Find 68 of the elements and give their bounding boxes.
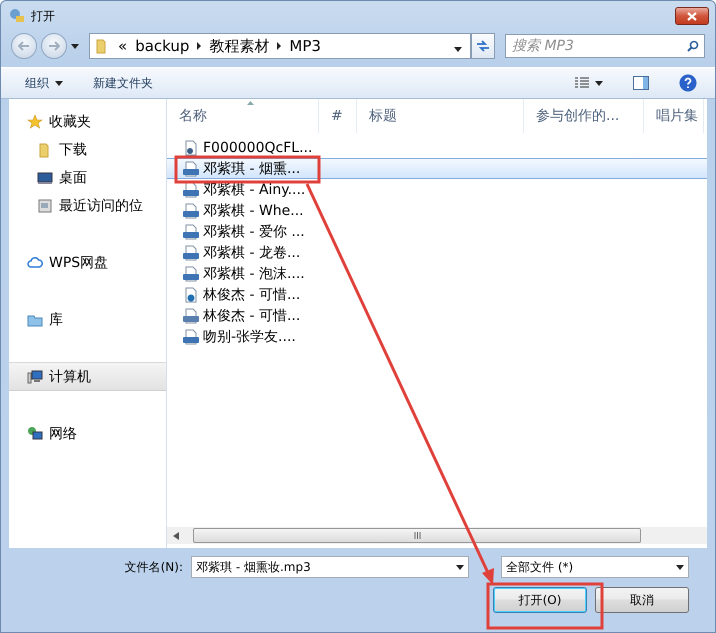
file-row[interactable]: 林俊杰 - 可惜... bbox=[167, 305, 707, 326]
breadcrumb-overflow[interactable]: « bbox=[118, 37, 128, 55]
grip-icon bbox=[414, 532, 420, 539]
file-icon bbox=[183, 140, 199, 156]
breadcrumb-item[interactable]: backup bbox=[135, 37, 190, 55]
app-icon bbox=[9, 8, 25, 24]
column-header[interactable]: 唱片集 bbox=[644, 99, 704, 133]
chevron-icon bbox=[277, 42, 282, 50]
file-row[interactable]: 邓紫琪 - 烟熏... bbox=[167, 158, 707, 179]
caret-icon bbox=[55, 80, 63, 86]
file-row[interactable]: 邓紫棋 - Ainy.... bbox=[167, 179, 707, 200]
breadcrumb-item[interactable]: 教程素材 bbox=[209, 36, 270, 56]
organize-menu[interactable]: 组织 bbox=[21, 72, 67, 94]
sidebar-item[interactable]: 计算机 bbox=[9, 362, 166, 391]
desktop-icon bbox=[37, 170, 53, 186]
scroll-left-icon bbox=[173, 532, 179, 540]
chevron-icon bbox=[197, 42, 202, 50]
sort-arrow-icon bbox=[247, 101, 254, 105]
sidebar-item[interactable]: 最近访问的位 bbox=[9, 192, 166, 220]
file-row[interactable]: 邓紫棋 - 泡沫.... bbox=[167, 263, 707, 284]
window-title: 打开 bbox=[31, 8, 56, 24]
filetype-dropdown[interactable]: 全部文件 (*) bbox=[501, 556, 689, 578]
filename-field[interactable]: 邓紫琪 - 烟熏妆.mp3 bbox=[191, 556, 469, 578]
sidebar-item[interactable]: 收藏夹 bbox=[9, 107, 166, 136]
close-icon bbox=[687, 12, 697, 20]
filename-label: 文件名(N): bbox=[124, 558, 183, 576]
cloud-icon bbox=[27, 254, 43, 270]
preview-pane-icon bbox=[633, 76, 649, 90]
breadcrumb-item[interactable]: MP3 bbox=[289, 37, 321, 55]
recent-places-icon bbox=[37, 198, 53, 214]
column-header[interactable]: 标题 bbox=[357, 99, 524, 133]
search-field[interactable]: 搜索 MP3 bbox=[505, 34, 705, 58]
address-bar[interactable]: « backup 教程素材 MP3 bbox=[89, 33, 471, 59]
file-row[interactable]: 邓紫棋 - 龙卷... bbox=[167, 242, 707, 263]
caret-icon bbox=[456, 564, 464, 570]
file-row[interactable]: 林俊杰 - 可惜... bbox=[167, 284, 707, 305]
history-caret-icon bbox=[71, 44, 79, 48]
sidebar-item[interactable]: WPS网盘 bbox=[9, 248, 166, 277]
caret-icon bbox=[595, 80, 603, 86]
horizontal-scrollbar[interactable] bbox=[167, 527, 707, 544]
help-icon bbox=[679, 74, 697, 92]
column-header[interactable]: 参与创作的... bbox=[524, 99, 644, 133]
column-header[interactable]: # bbox=[319, 99, 357, 133]
file-row[interactable]: 吻别-张学友.... bbox=[167, 326, 707, 347]
forward-arrow-icon bbox=[48, 41, 60, 51]
open-button[interactable]: 打开(O) bbox=[493, 587, 587, 613]
refresh-button[interactable] bbox=[471, 33, 495, 59]
computer-icon bbox=[27, 368, 43, 384]
sidebar-item[interactable]: 库 bbox=[9, 305, 166, 334]
network-icon bbox=[27, 426, 43, 442]
cancel-button[interactable]: 取消 bbox=[595, 587, 689, 613]
search-icon bbox=[687, 40, 699, 52]
caret-icon bbox=[454, 46, 462, 52]
file-row[interactable]: 邓紫棋 - 爱你 ... bbox=[167, 221, 707, 242]
sidebar-item[interactable]: 下载 bbox=[9, 136, 166, 164]
back-arrow-icon bbox=[18, 41, 30, 51]
caret-icon bbox=[676, 564, 684, 570]
file-row[interactable]: 邓紫棋 - Whe... bbox=[167, 200, 707, 221]
close-button[interactable] bbox=[675, 7, 709, 25]
list-view-icon bbox=[575, 77, 589, 89]
star-icon bbox=[27, 114, 43, 130]
file-row[interactable]: F000000QcFL... bbox=[167, 137, 707, 158]
refresh-icon bbox=[476, 40, 490, 52]
new-folder-button[interactable]: 新建文件夹 bbox=[89, 72, 157, 94]
sidebar-item[interactable]: 网络 bbox=[9, 419, 166, 448]
audio-file-icon bbox=[183, 286, 199, 302]
scroll-thumb[interactable] bbox=[193, 528, 641, 543]
sidebar-item[interactable]: 桌面 bbox=[9, 164, 166, 192]
